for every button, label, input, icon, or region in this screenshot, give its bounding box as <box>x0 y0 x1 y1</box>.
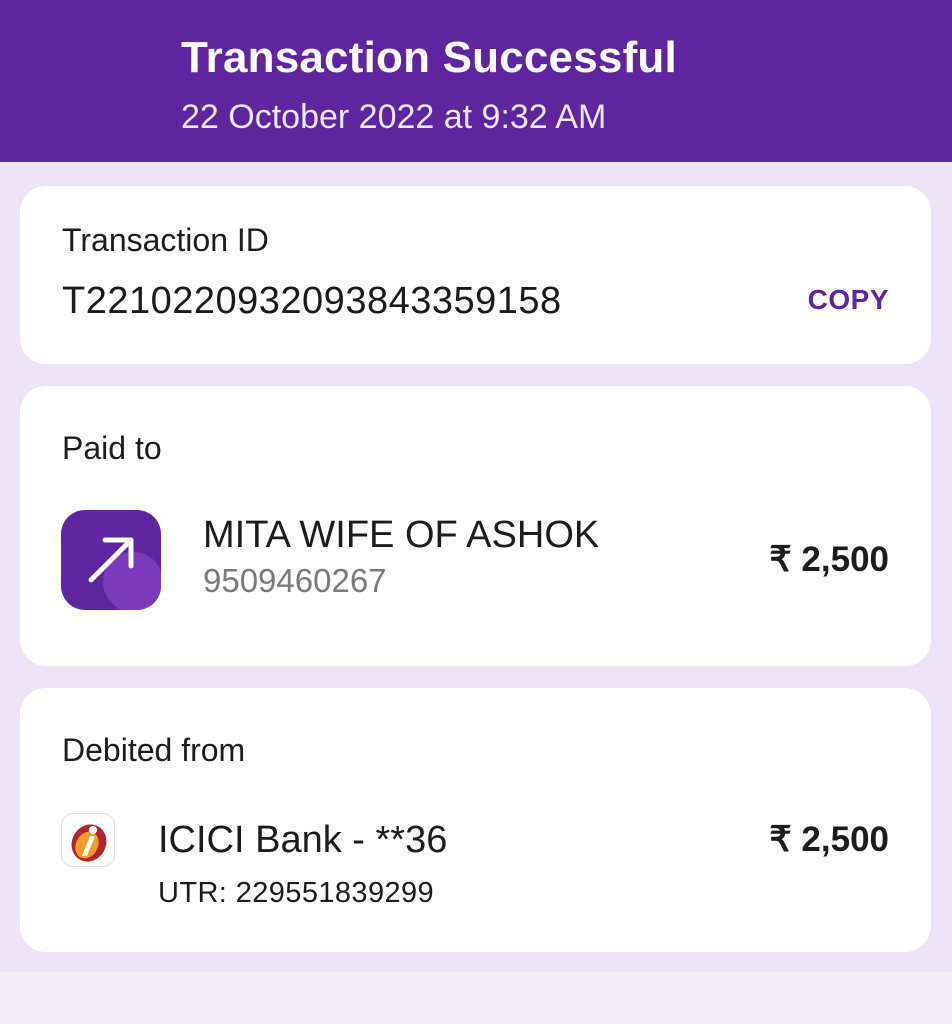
copy-button[interactable]: COPY <box>808 283 889 317</box>
debited-from-card[interactable]: Debited from ICICI Bank - **36 UTR: 2295… <box>20 688 931 952</box>
transaction-id-value: T2210220932093843359158 <box>62 280 562 322</box>
icici-logo-icon <box>61 813 115 867</box>
arrow-glyph <box>88 537 134 583</box>
utr-number: UTR: 229551839299 <box>158 877 435 909</box>
status-header: Transaction Successful 22 October 2022 a… <box>0 0 952 162</box>
debited-from-label: Debited from <box>62 732 246 768</box>
arrow-up-right-icon <box>61 510 161 610</box>
debited-amount: ₹ 2,500 <box>769 820 889 859</box>
bank-account-name: ICICI Bank - **36 <box>158 819 448 861</box>
transaction-datetime: 22 October 2022 at 9:32 AM <box>181 98 607 136</box>
page-title: Transaction Successful <box>181 33 677 82</box>
icici-logo-glyph <box>71 824 107 862</box>
paid-to-card[interactable]: Paid to MITA WIFE OF ASHOK 9509460267 ₹ … <box>20 386 931 666</box>
transaction-id-card: Transaction ID T2210220932093843359158 C… <box>20 186 931 364</box>
transaction-id-label: Transaction ID <box>62 222 269 258</box>
payee-name: MITA WIFE OF ASHOK <box>203 514 600 556</box>
payee-phone: 9509460267 <box>203 562 387 599</box>
paid-to-label: Paid to <box>62 430 162 466</box>
paid-amount: ₹ 2,500 <box>769 540 889 579</box>
